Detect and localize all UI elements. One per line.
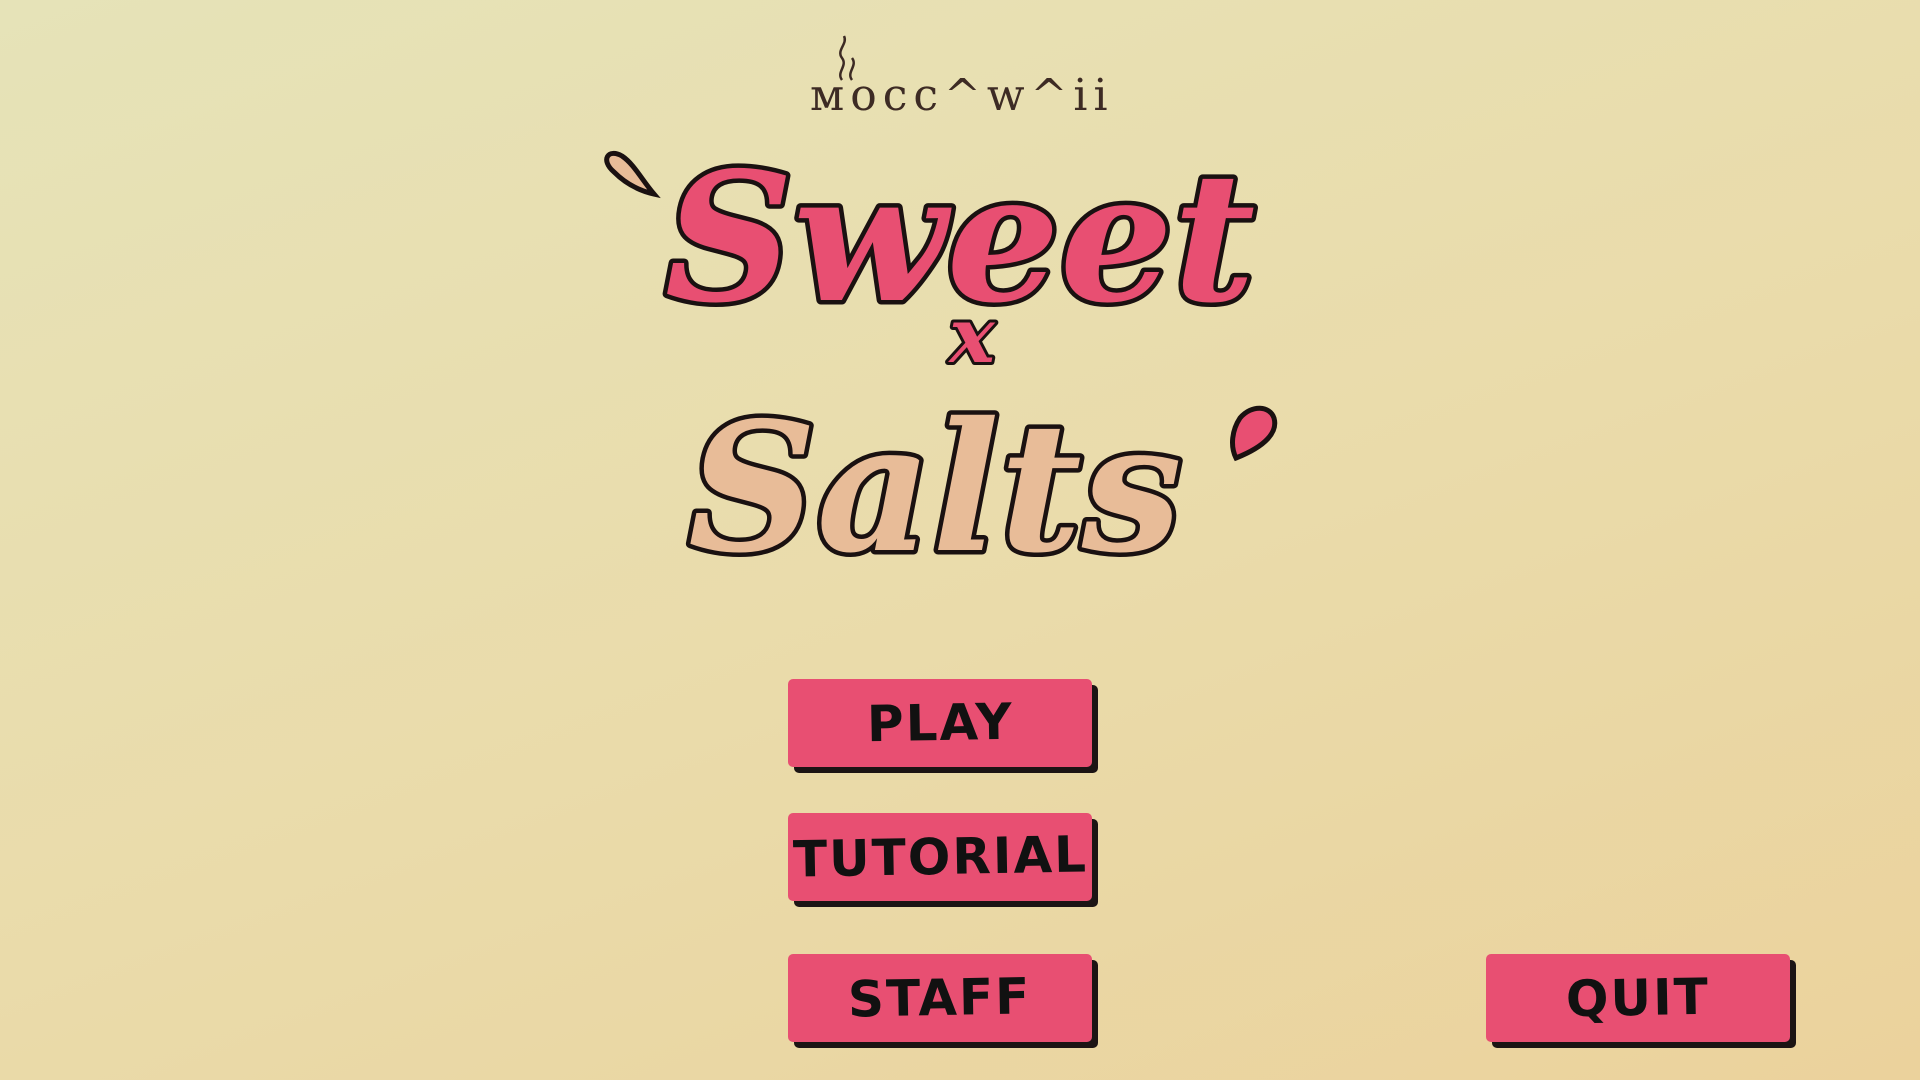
tutorial-button-label: TUTORIAL xyxy=(792,825,1088,889)
play-button-label: PLAY xyxy=(866,692,1014,754)
splash-drop-right-icon xyxy=(1230,405,1278,462)
splash-drop-left-icon xyxy=(604,150,661,199)
quit-button-label: QUIT xyxy=(1565,967,1711,1029)
staff-button-label: STAFF xyxy=(847,967,1033,1029)
quit-button[interactable]: QUIT xyxy=(1486,954,1790,1042)
play-button[interactable]: PLAY xyxy=(788,679,1092,767)
game-title-logo: Sweet x Salts xyxy=(590,129,1330,597)
title-line-salts: Salts xyxy=(688,383,1182,590)
staff-button[interactable]: STAFF xyxy=(788,954,1092,1042)
tutorial-button[interactable]: TUTORIAL xyxy=(788,813,1092,901)
studio-name: ᴍocc^w^ii xyxy=(810,70,1114,121)
title-connector-x: x xyxy=(947,291,996,380)
studio-logo: ᴍocc^w^ii xyxy=(810,28,1110,128)
